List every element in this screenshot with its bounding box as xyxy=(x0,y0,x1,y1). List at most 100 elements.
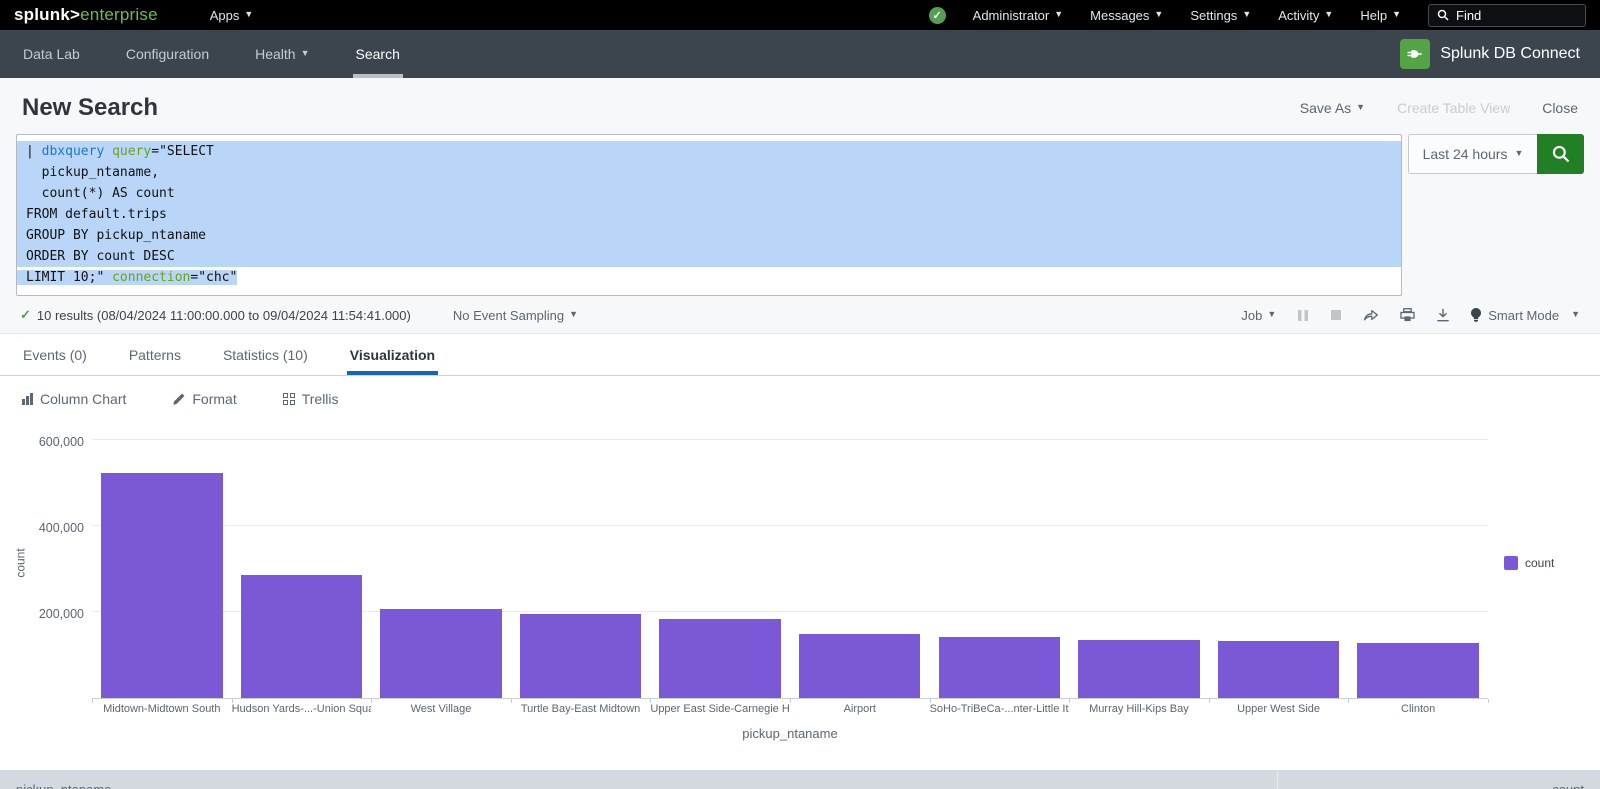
x-category-label: SoHo-TriBeCa-...nter-Little Italy xyxy=(930,703,1070,719)
find-placeholder: Find xyxy=(1456,8,1481,23)
job-menu[interactable]: Job ▼ xyxy=(1241,308,1276,323)
x-category-label: Clinton xyxy=(1348,703,1488,719)
format-menu[interactable]: Format xyxy=(172,391,236,407)
query-code-line: FROM default.trips xyxy=(17,204,1401,225)
bar-midtown-midtown-south[interactable] xyxy=(101,473,222,698)
chart-type-picker[interactable]: Column Chart xyxy=(22,391,126,407)
appnav-item-search[interactable]: Search xyxy=(353,30,403,78)
query-code-line: GROUP BY pickup_ntaname xyxy=(17,225,1401,246)
query-code-line: pickup_ntaname, xyxy=(17,162,1401,183)
caret-down-icon: ▼ xyxy=(1267,309,1276,319)
x-category-label: Murray Hill-Kips Bay xyxy=(1069,703,1209,719)
caret-down-icon: ▼ xyxy=(1571,309,1580,319)
caret-down-icon: ▼ xyxy=(1514,148,1523,158)
share-button[interactable] xyxy=(1363,308,1379,322)
search-mode-menu[interactable]: Smart Mode ▼ xyxy=(1471,308,1580,323)
bar-upper-west-side[interactable] xyxy=(1218,641,1339,698)
statistics-table-header: pickup_ntaname count xyxy=(0,770,1600,789)
caret-down-icon: ▼ xyxy=(569,309,578,319)
results-check-icon: ✓ xyxy=(20,307,31,323)
db-connect-plug-icon xyxy=(1400,39,1430,69)
x-category-label: Upper East Side-Carnegie Hill xyxy=(650,703,790,719)
y-axis-ticks: 200,000 400,000 600,000 xyxy=(32,427,92,699)
x-category-label: West Village xyxy=(371,703,511,719)
caret-down-icon: ▼ xyxy=(301,48,310,58)
topnav-menu-help[interactable]: Help▼ xyxy=(1360,8,1401,23)
caret-down-icon: ▼ xyxy=(1242,9,1251,19)
topnav-menu-administrator[interactable]: Administrator▼ xyxy=(973,8,1064,23)
find-search-box[interactable]: Find xyxy=(1428,4,1586,27)
query-code-line: ORDER BY count DESC xyxy=(17,246,1401,267)
x-axis-categories: Midtown-Midtown SouthHudson Yards-...-Un… xyxy=(92,699,1488,719)
topnav-menu-messages[interactable]: Messages▼ xyxy=(1090,8,1163,23)
appnav-item-data-lab[interactable]: Data Lab xyxy=(20,30,83,78)
tab-statistics-10[interactable]: Statistics (10) xyxy=(220,334,311,375)
app-nav-bar: Data Lab Configuration Health▼ Search Splun… xyxy=(0,30,1600,78)
bar-turtle-bay-east-midtown[interactable] xyxy=(520,614,641,698)
trellis-icon xyxy=(283,393,295,405)
save-as-button[interactable]: Save As ▼ xyxy=(1300,100,1365,116)
y-tick-label: 600,000 xyxy=(39,435,84,449)
app-nav-items: Data Lab Configuration Health▼ Search xyxy=(20,30,443,78)
viz-controls: Column Chart Format Trellis xyxy=(0,376,1600,415)
x-category-label: Hudson Yards-...-Union Square xyxy=(232,703,372,719)
event-sampling-menu[interactable]: No Event Sampling ▼ xyxy=(453,308,578,323)
search-button[interactable] xyxy=(1537,134,1584,174)
x-category-label: Airport xyxy=(790,703,930,719)
chart-legend: count xyxy=(1488,427,1584,699)
bar-airport[interactable] xyxy=(799,634,920,698)
top-bar: splunk>enterprise Apps ▼ ✓ Administrator… xyxy=(0,0,1600,30)
time-range-picker[interactable]: Last 24 hours ▼ xyxy=(1408,134,1537,174)
y-tick-label: 400,000 xyxy=(39,521,84,535)
appnav-item-health[interactable]: Health▼ xyxy=(252,30,312,78)
apps-menu[interactable]: Apps ▼ xyxy=(210,8,254,23)
bar-soho-tribeca-nter-little-italy[interactable] xyxy=(939,637,1060,698)
tab-events-0[interactable]: Events (0) xyxy=(20,334,90,375)
legend-swatch xyxy=(1504,556,1518,570)
topnav-menu-activity[interactable]: Activity▼ xyxy=(1278,8,1333,23)
create-table-view-button[interactable]: Create Table View xyxy=(1397,100,1510,116)
query-code-line: LIMIT 10;" connection="chc" xyxy=(17,267,1401,288)
bar-clinton[interactable] xyxy=(1357,643,1478,698)
search-icon xyxy=(1551,144,1571,164)
legend-item[interactable]: count xyxy=(1504,556,1554,570)
bar-murray-hill-kips-bay[interactable] xyxy=(1078,640,1199,698)
pause-button[interactable] xyxy=(1297,309,1309,322)
column-header-pickup-ntaname[interactable]: pickup_ntaname xyxy=(0,770,1277,789)
topnav-menu-settings[interactable]: Settings▼ xyxy=(1190,8,1251,23)
bar-upper-east-side-carnegie-hill[interactable] xyxy=(659,619,780,698)
search-header-section: New Search Save As ▼ Create Table View C… xyxy=(0,78,1600,334)
pencil-icon xyxy=(172,393,185,406)
export-icon[interactable] xyxy=(1436,308,1450,322)
print-button[interactable] xyxy=(1400,308,1415,322)
result-summary: 10 results (08/04/2024 11:00:00.000 to 0… xyxy=(37,308,411,323)
lightbulb-icon xyxy=(1471,308,1481,322)
column-header-count[interactable]: count xyxy=(1277,770,1600,789)
x-category-label: Turtle Bay-East Midtown xyxy=(511,703,651,719)
health-check-icon[interactable]: ✓ xyxy=(929,7,946,24)
caret-down-icon: ▼ xyxy=(244,9,253,19)
app-title: Splunk DB Connect xyxy=(1440,45,1580,63)
topnav-menus: Administrator▼ Messages▼ Settings▼ Activity… xyxy=(973,8,1401,23)
caret-down-icon: ▼ xyxy=(1154,9,1163,19)
stop-button[interactable] xyxy=(1330,309,1342,321)
apps-menu-label: Apps xyxy=(210,8,240,23)
chart-plot-area xyxy=(92,427,1488,699)
search-query-input[interactable]: | dbxquery query="SELECT pickup_ntaname,… xyxy=(16,134,1402,296)
bar-hudson-yards-union-square[interactable] xyxy=(241,575,362,698)
caret-down-icon: ▼ xyxy=(1054,9,1063,19)
bar-west-village[interactable] xyxy=(380,609,501,698)
y-tick-label: 200,000 xyxy=(39,607,84,621)
tab-visualization[interactable]: Visualization xyxy=(347,334,438,375)
query-code-line: | dbxquery query="SELECT xyxy=(17,141,1401,162)
close-button[interactable]: Close xyxy=(1542,100,1578,116)
appnav-item-configuration[interactable]: Configuration xyxy=(123,30,212,78)
page-title: New Search xyxy=(22,94,158,122)
splunk-logo[interactable]: splunk>enterprise xyxy=(14,5,158,25)
results-tabs: Events (0) Patterns Statistics (10) Visuali… xyxy=(0,334,1600,376)
tab-patterns[interactable]: Patterns xyxy=(126,334,184,375)
caret-down-icon: ▼ xyxy=(1392,9,1401,19)
query-code-line: count(*) AS count xyxy=(17,183,1401,204)
app-identity[interactable]: Splunk DB Connect xyxy=(1400,39,1580,69)
trellis-menu[interactable]: Trellis xyxy=(283,391,339,407)
